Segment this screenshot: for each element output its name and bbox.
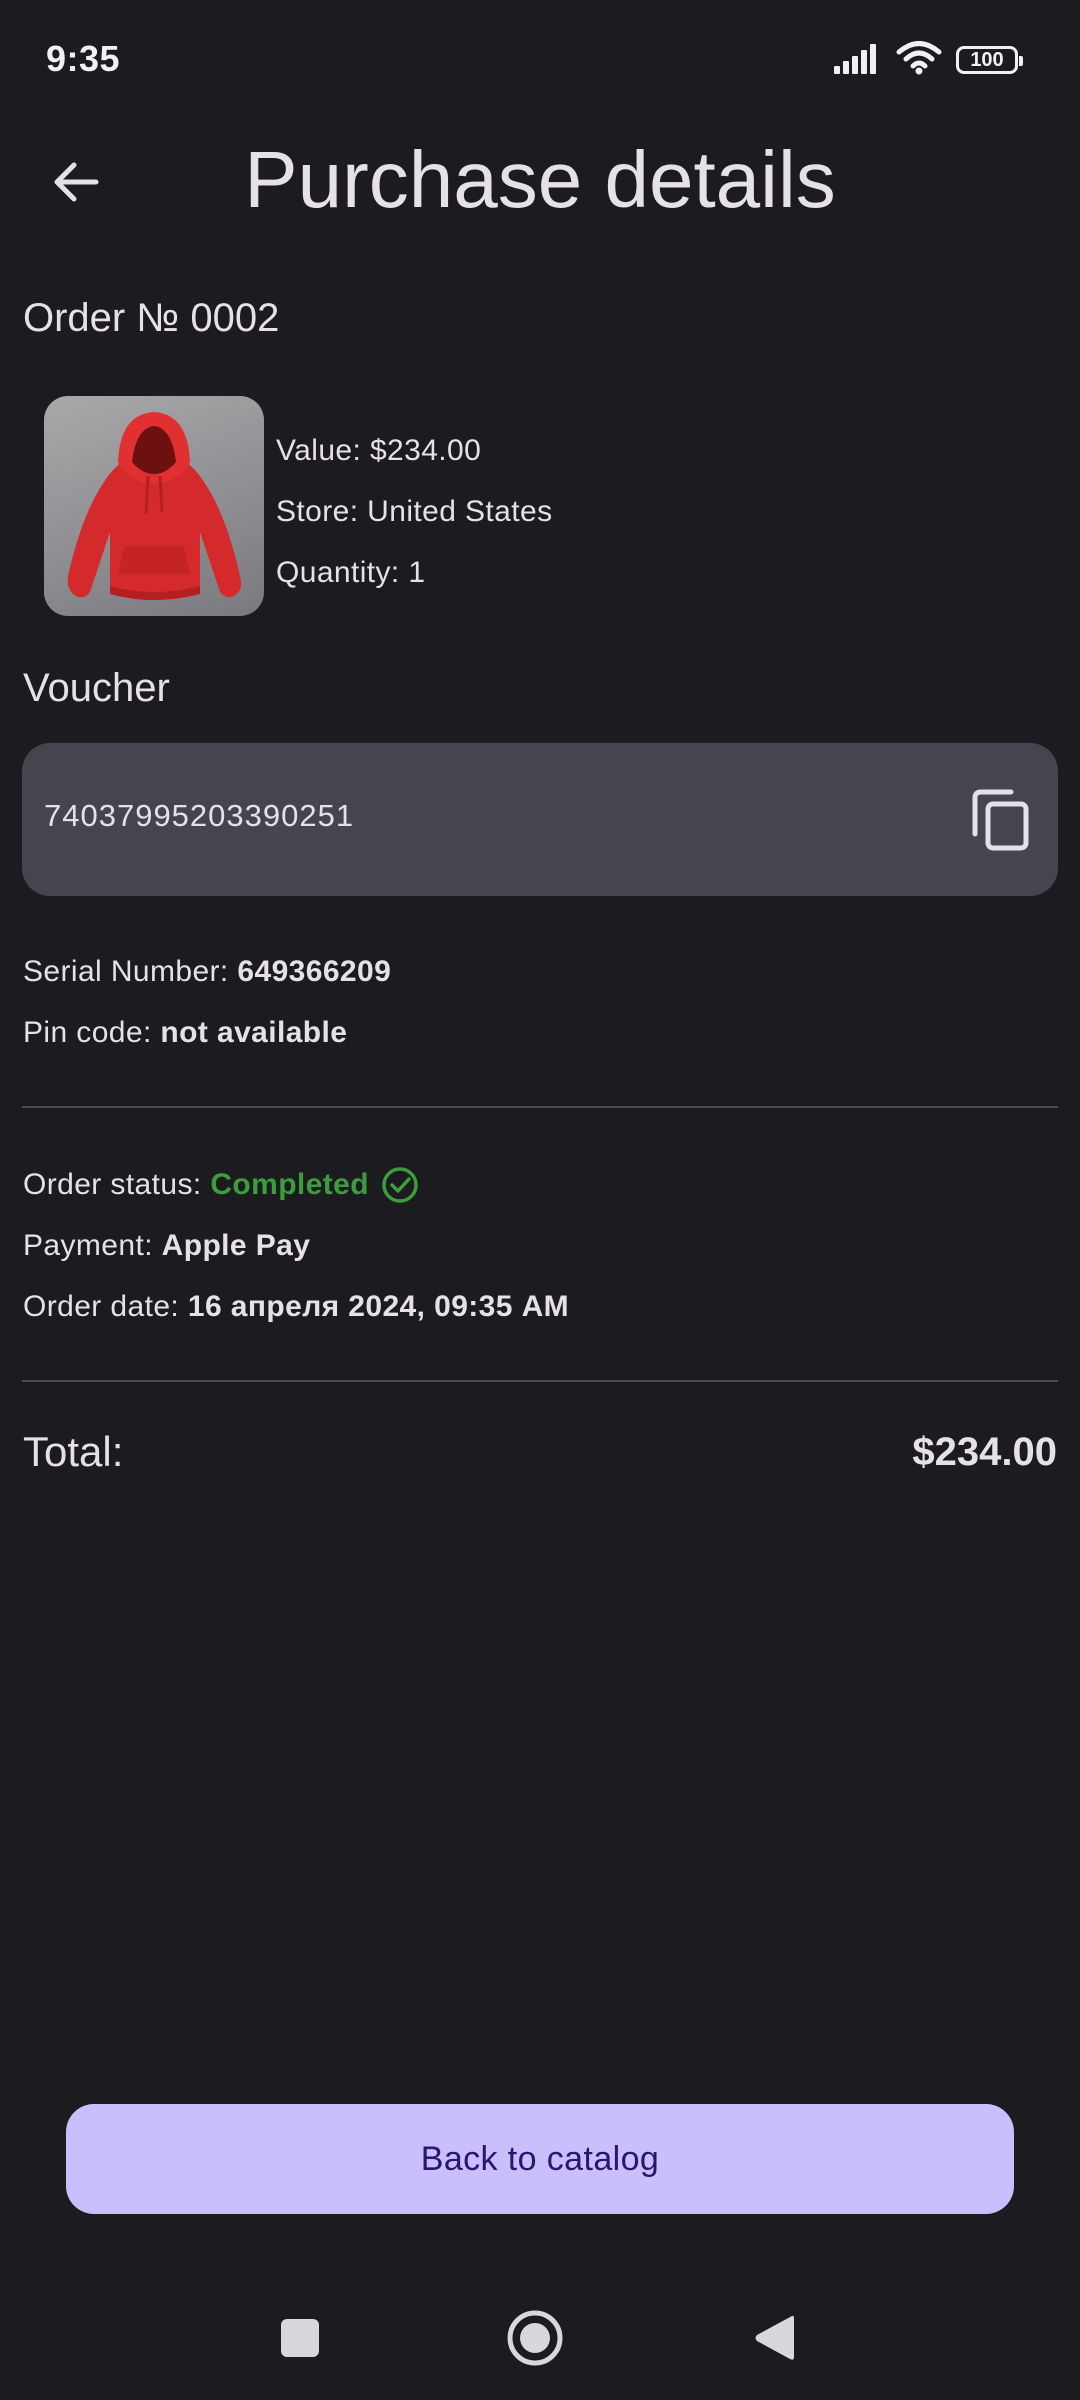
divider <box>22 1380 1058 1382</box>
serial-number-label: Serial Number: <box>23 955 238 988</box>
total-value: $234.00 <box>912 1429 1057 1474</box>
payment-label: Payment: <box>23 1229 162 1262</box>
product-store: Store: United States <box>276 495 553 528</box>
pin-code-row: Pin code: not available <box>23 1002 391 1063</box>
back-to-catalog-button[interactable]: Back to catalog <box>66 2104 1014 2214</box>
home-circle-icon <box>507 2310 563 2366</box>
battery-icon: 100 <box>956 46 1023 74</box>
order-number: Order № 0002 <box>23 296 280 340</box>
total-label: Total: <box>23 1428 124 1475</box>
status-bar: 9:35 100 <box>0 0 1080 120</box>
copy-button[interactable] <box>966 783 1036 857</box>
order-date-value: 16 апреля 2024, 09:35 AM <box>187 1290 570 1323</box>
signal-icon <box>834 42 882 79</box>
product-image <box>44 396 264 616</box>
order-status-block: Order status: Completed Payment: Apple P… <box>23 1154 569 1337</box>
total-row: Total: $234.00 <box>23 1428 1057 1476</box>
payment-value: Apple Pay <box>161 1229 311 1262</box>
system-nav-bar <box>0 2290 1080 2380</box>
system-back-button[interactable] <box>744 2308 804 2368</box>
voucher-label: Voucher <box>23 666 170 710</box>
voucher-box: 74037995203390251 <box>22 743 1058 896</box>
serial-number-value: 649366209 <box>237 955 392 988</box>
product-value: Value: $234.00 <box>276 434 482 467</box>
divider <box>22 1106 1058 1108</box>
product-quantity: Quantity: 1 <box>276 556 426 589</box>
status-time: 9:35 <box>46 38 121 79</box>
serial-number-row: Serial Number: 649366209 <box>23 941 391 1002</box>
pin-code-value: not available <box>160 1016 348 1049</box>
voucher-code[interactable]: 74037995203390251 <box>44 798 354 834</box>
check-circle-icon <box>381 1166 419 1204</box>
hoodie-image <box>67 412 242 600</box>
triangle-back-icon <box>755 2315 794 2360</box>
payment-row: Payment: Apple Pay <box>23 1215 569 1276</box>
status-icons: 100 <box>834 40 1023 80</box>
square-icon <box>281 2319 319 2357</box>
order-date-label: Order date: <box>23 1290 188 1323</box>
order-status-row: Order status: Completed <box>23 1154 569 1215</box>
home-button[interactable] <box>505 2308 565 2368</box>
order-status-value: Completed <box>210 1168 369 1201</box>
order-date-row: Order date: 16 апреля 2024, 09:35 AM <box>23 1276 569 1337</box>
recents-button[interactable] <box>270 2308 330 2368</box>
copy-icon <box>972 789 1029 851</box>
wifi-icon <box>896 40 942 80</box>
page-title: Purchase details <box>244 135 836 224</box>
pin-code-label: Pin code: <box>23 1016 161 1049</box>
product-details: Value: $234.00 Store: United States Quan… <box>276 420 552 603</box>
order-status-label: Order status: <box>23 1168 211 1201</box>
codes-block: Serial Number: 649366209 Pin code: not a… <box>23 941 391 1063</box>
top-app-bar: Purchase details <box>0 120 1080 240</box>
